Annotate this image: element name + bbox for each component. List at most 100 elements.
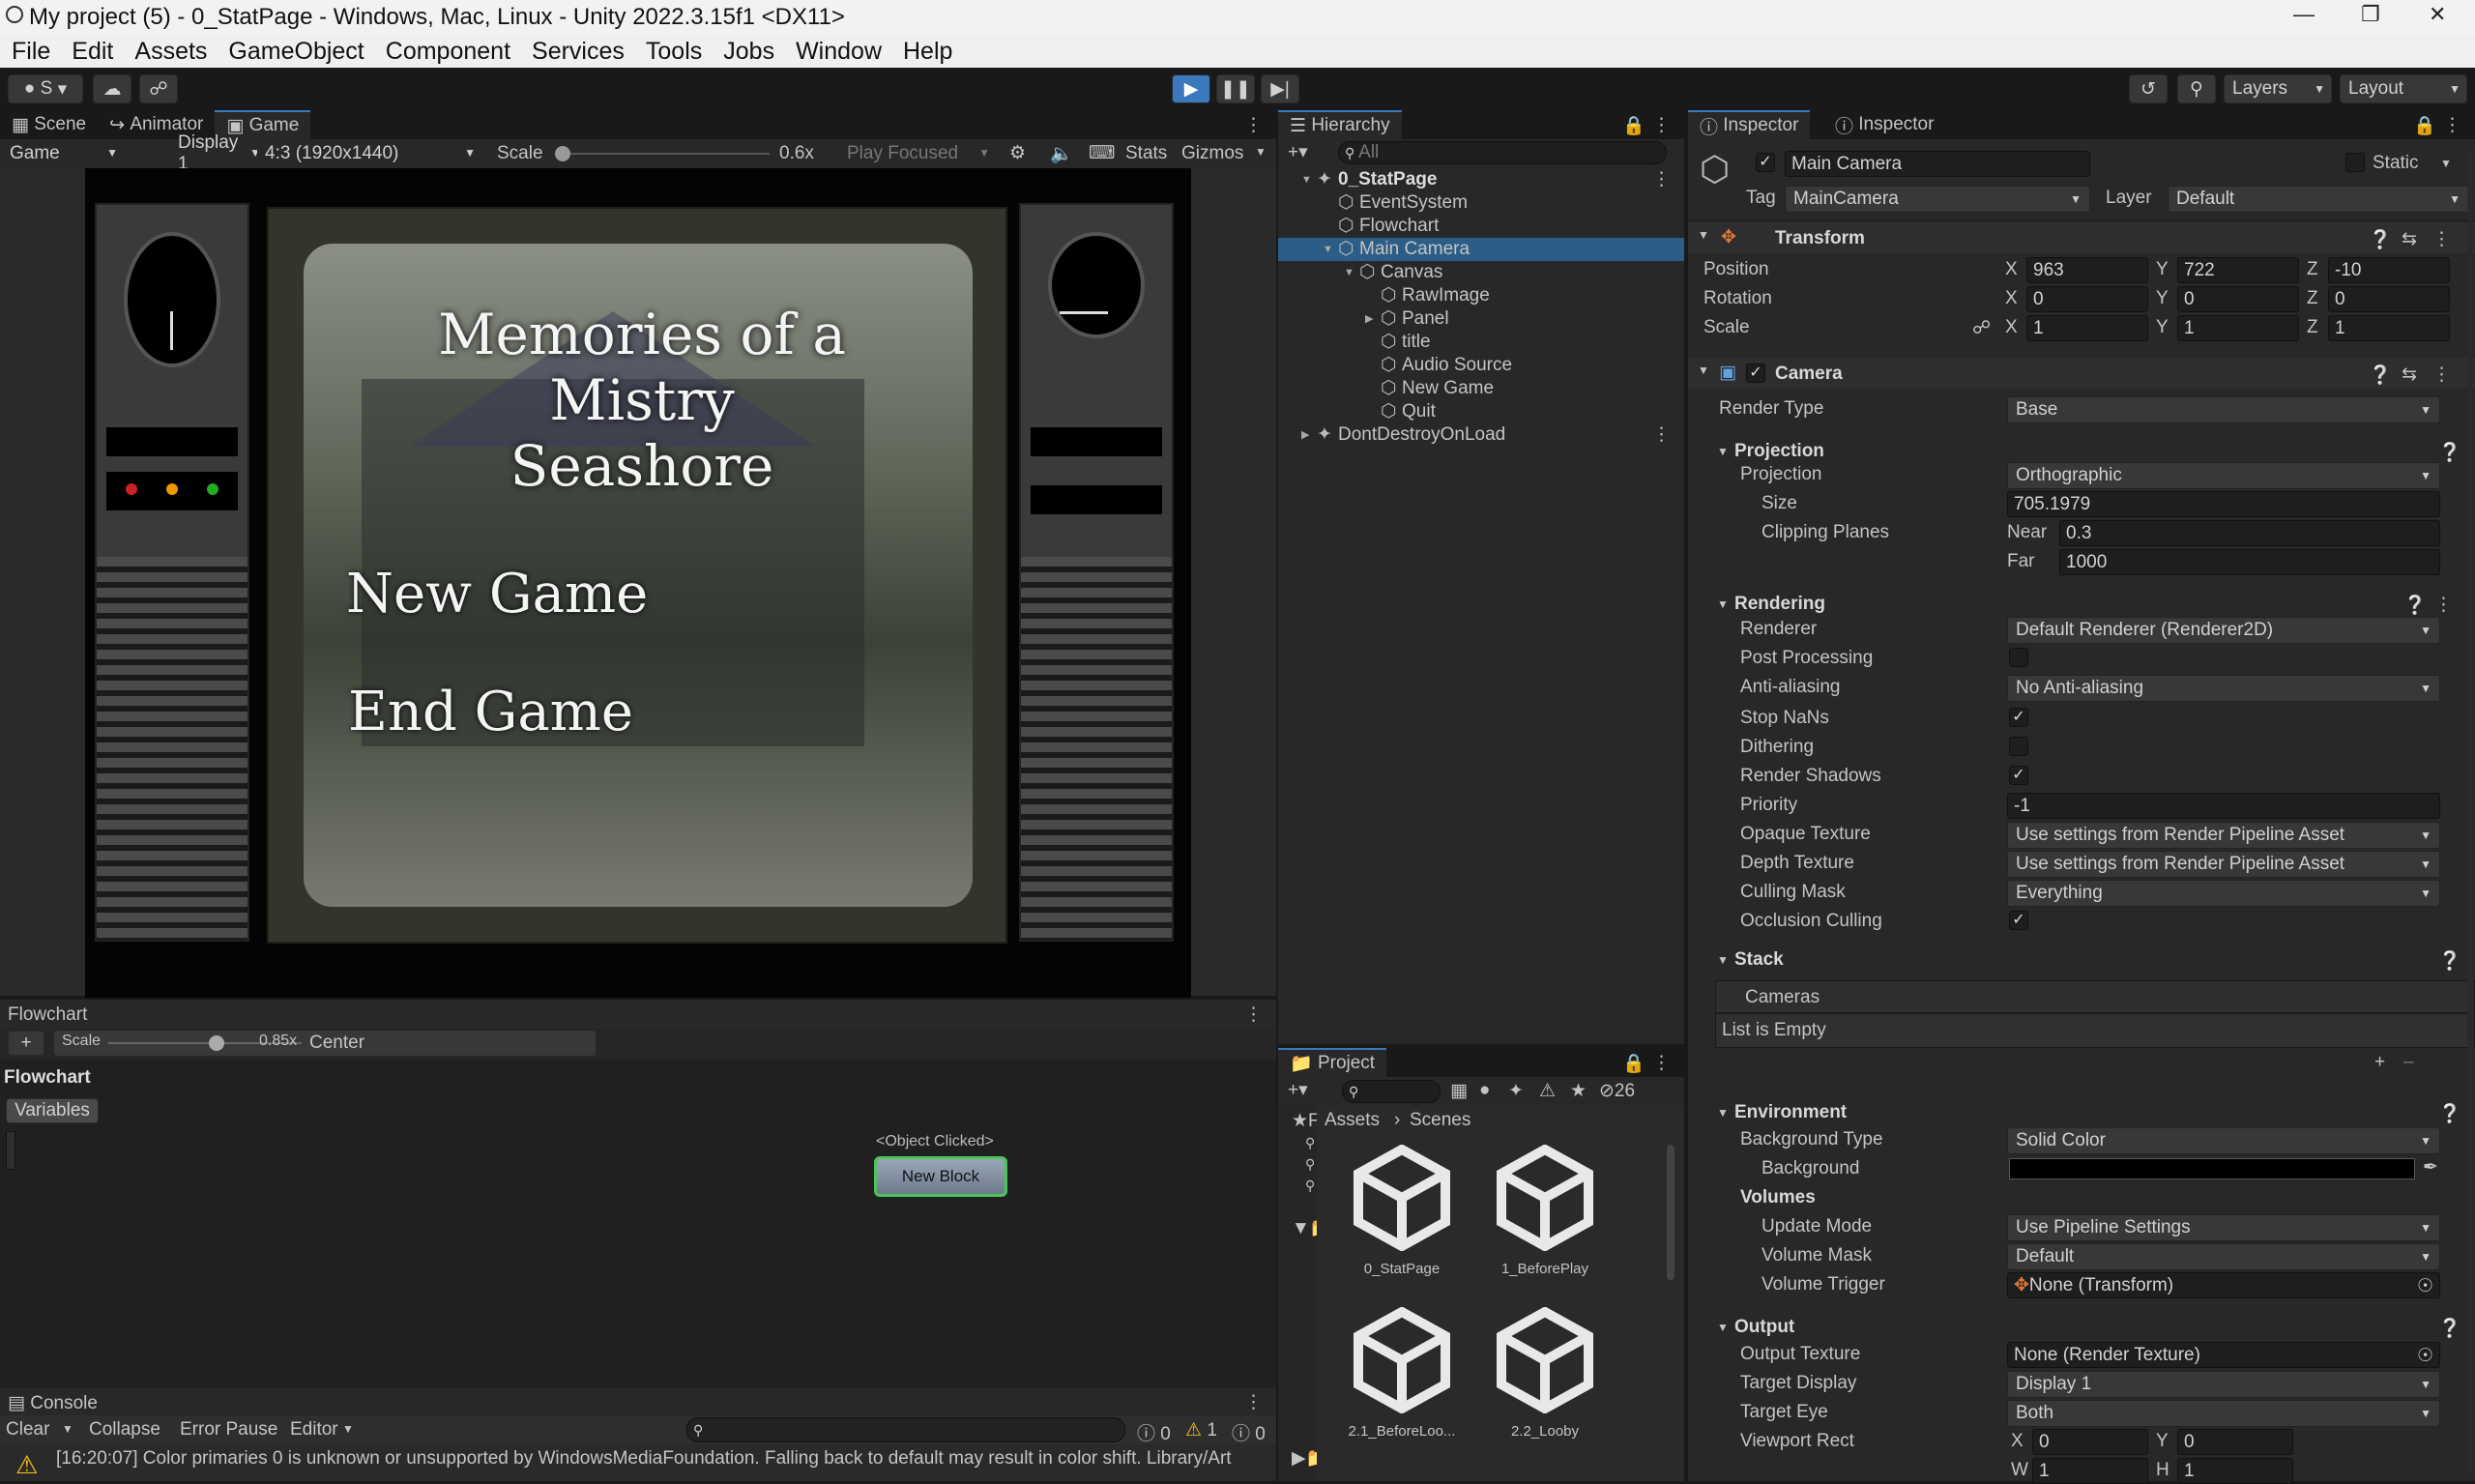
environment-section-header[interactable]: Environment [1734, 1102, 1847, 1123]
play-button[interactable]: ▶ [1172, 74, 1210, 103]
hierarchy-item[interactable]: ▼ ⬡ Main Camera [1278, 238, 1684, 261]
display-dropdown[interactable]: Display 1 ▼ [170, 132, 261, 174]
help-icon[interactable]: ❔ [2438, 1317, 2461, 1340]
eyedropper-icon[interactable]: ✒ [2423, 1156, 2438, 1178]
alert-icon[interactable]: ⚠ [1539, 1080, 1556, 1102]
hierarchy-item[interactable]: ▶ ✦ DontDestroyOnLoad ⋮ [1278, 423, 1684, 447]
depth-texture-dropdown[interactable]: Use settings from Render Pipeline Asset ▼ [2007, 851, 2440, 878]
create-asset-button[interactable]: +▾ [1288, 1079, 1308, 1101]
scene-asset-item[interactable]: 0_StatPage [1336, 1145, 1468, 1299]
breadcrumb-scenes[interactable]: Scenes [1410, 1110, 1470, 1131]
warning-count[interactable]: ⚠ 1 [1185, 1419, 1217, 1441]
pause-button[interactable]: ❚❚ [1216, 74, 1255, 103]
error-count[interactable]: ⓘ 0 [1232, 1419, 1266, 1445]
hierarchy-item[interactable]: ⬡ Audio Source [1278, 354, 1684, 377]
target-display-dropdown[interactable]: Display 1 ▼ [2007, 1371, 2440, 1398]
stop-nans-checkbox[interactable]: ✓ [2009, 708, 2028, 727]
post-processing-checkbox[interactable] [2009, 648, 2028, 667]
more-options-icon[interactable]: ⋮ [1652, 1052, 1671, 1074]
render-type-dropdown[interactable]: Base ▼ [2007, 396, 2440, 423]
scene-asset-item[interactable]: 1_BeforePlay [1479, 1145, 1611, 1299]
aspect-dropdown[interactable]: 4:3 (1920x1440) ▼ [257, 140, 483, 167]
tab-inspector-2[interactable]: ⓘ Inspector [1823, 110, 1945, 139]
viewport-x-field[interactable]: 0 [2032, 1429, 2148, 1455]
output-section-header[interactable]: Output [1734, 1317, 1794, 1338]
transform-header[interactable]: ▼ ✥ Transform ❔ ⇆ ⋮ [1688, 222, 2475, 253]
transform-rotation-x-field[interactable]: 0 [2026, 286, 2148, 312]
occlusion-culling-checkbox[interactable]: ✓ [2009, 911, 2028, 930]
link-icon[interactable]: ☍ [1972, 317, 1991, 339]
chevron-down-icon[interactable]: ▼ [1717, 1106, 1729, 1120]
help-icon[interactable]: ❔ [2438, 949, 2461, 973]
object-name-field[interactable]: Main Camera [1785, 151, 2090, 177]
renderer-dropdown[interactable]: Default Renderer (Renderer2D) ▼ [2007, 617, 2440, 644]
tab-flowchart[interactable]: Flowchart [8, 1004, 87, 1026]
assets-folder[interactable]: ▼📁As [1292, 1216, 1317, 1239]
background-type-dropdown[interactable]: Solid Color ▼ [2007, 1127, 2440, 1154]
menu-assets[interactable]: Assets [134, 38, 207, 66]
console-search-input[interactable]: ⚲ [686, 1417, 1125, 1442]
target-eye-dropdown[interactable]: Both ▼ [2007, 1400, 2440, 1427]
projection-section-header[interactable]: Projection [1734, 441, 1824, 462]
flowchart-scale-handle[interactable] [209, 1035, 224, 1051]
search-icon[interactable]: ⚲ [1305, 1135, 1315, 1151]
console-message-row[interactable]: ⚠ [16:20:07] Color primaries 0 is unknow… [0, 1444, 1276, 1481]
packages-folder[interactable]: ▶📁Pa [1292, 1446, 1317, 1469]
tab-scene[interactable]: ▦ Scene [0, 110, 98, 139]
culling-mask-dropdown[interactable]: Everything ▼ [2007, 880, 2440, 907]
hierarchy-item[interactable]: ⬡ Flowchart [1278, 215, 1684, 238]
tag-icon[interactable]: ✦ [1508, 1080, 1524, 1102]
more-options-icon[interactable]: ⋮ [1652, 114, 1671, 136]
transform-scale-x-field[interactable]: 1 [2026, 315, 2148, 341]
more-options-icon[interactable]: ⋮ [1244, 114, 1263, 136]
stats-button[interactable]: Stats [1125, 143, 1167, 164]
search-button[interactable]: ⚲ [2177, 74, 2216, 103]
project-search-input[interactable]: ⚲ [1342, 1080, 1441, 1103]
hierarchy-item[interactable]: ▼ ✦ 0_StatPage ⋮ [1278, 168, 1684, 191]
more-options-icon[interactable]: ⋮ [2432, 228, 2451, 250]
new-game-button[interactable]: New Game [346, 563, 648, 626]
viewport-y-field[interactable]: 0 [2177, 1429, 2293, 1455]
menu-help[interactable]: Help [903, 38, 952, 66]
help-icon[interactable]: ❔ [2438, 441, 2461, 464]
help-icon[interactable]: ❔ [2438, 1102, 2461, 1125]
undo-history-button[interactable]: ↺ [2129, 74, 2168, 103]
new-block-node[interactable]: New Block [874, 1156, 1007, 1197]
chevron-down-icon[interactable]: ▼ [1717, 445, 1729, 458]
expand-arrow-icon[interactable]: ▼ [1344, 261, 1354, 284]
collapse-button[interactable]: Collapse [89, 1419, 160, 1440]
editor-dropdown[interactable]: Editor [290, 1419, 338, 1440]
near-field[interactable]: 0.3 [2059, 520, 2440, 546]
transform-scale-z-field[interactable]: 1 [2328, 315, 2450, 341]
clear-button[interactable]: Clear [6, 1419, 49, 1440]
size-field[interactable]: 705.1979 [2007, 491, 2440, 517]
more-options-icon[interactable]: ⋮ [2443, 114, 2461, 136]
render-shadows-checkbox[interactable]: ✓ [2009, 766, 2028, 785]
keyboard-icon[interactable]: ⌨ [1089, 142, 1115, 164]
stack-section-header[interactable]: Stack [1734, 949, 1784, 971]
viewport-h-field[interactable]: 1 [2177, 1458, 2293, 1484]
game-mode-dropdown[interactable]: Game ▼ [2, 140, 126, 167]
hierarchy-item[interactable]: ⬡ Quit [1278, 400, 1684, 423]
add-block-button[interactable]: + [8, 1031, 44, 1056]
more-options-icon[interactable]: ⋮ [2432, 364, 2451, 386]
scale-slider[interactable] [557, 153, 770, 155]
bug-icon[interactable]: ⚙ [1009, 142, 1026, 164]
restore-icon[interactable]: ❐ [2361, 2, 2380, 27]
transform-position-y-field[interactable]: 722 [2177, 257, 2299, 283]
star-icon[interactable]: ★ [1570, 1080, 1587, 1102]
menu-tools[interactable]: Tools [646, 38, 702, 66]
hierarchy-item[interactable]: ⬡ EventSystem [1278, 191, 1684, 215]
anti-aliasing-dropdown[interactable]: No Anti-aliasing ▼ [2007, 675, 2440, 702]
scene-asset-item[interactable]: 2.1_BeforeLoo... [1336, 1307, 1468, 1462]
scale-slider-handle[interactable] [555, 146, 570, 161]
background-color-swatch[interactable] [2009, 1158, 2415, 1179]
more-options-icon[interactable]: ⋮ [1244, 1004, 1263, 1026]
variables-button[interactable]: Variables [6, 1098, 99, 1123]
expand-arrow-icon[interactable]: ▶ [1301, 423, 1309, 447]
transform-position-x-field[interactable]: 963 [2026, 257, 2148, 283]
remove-list-item-button[interactable]: – [2403, 1052, 2414, 1073]
help-icon[interactable]: ❔ [2369, 364, 2392, 387]
chevron-down-icon[interactable]: ▼ [2440, 157, 2452, 170]
object-picker-icon[interactable]: ☉ [2417, 1345, 2433, 1367]
